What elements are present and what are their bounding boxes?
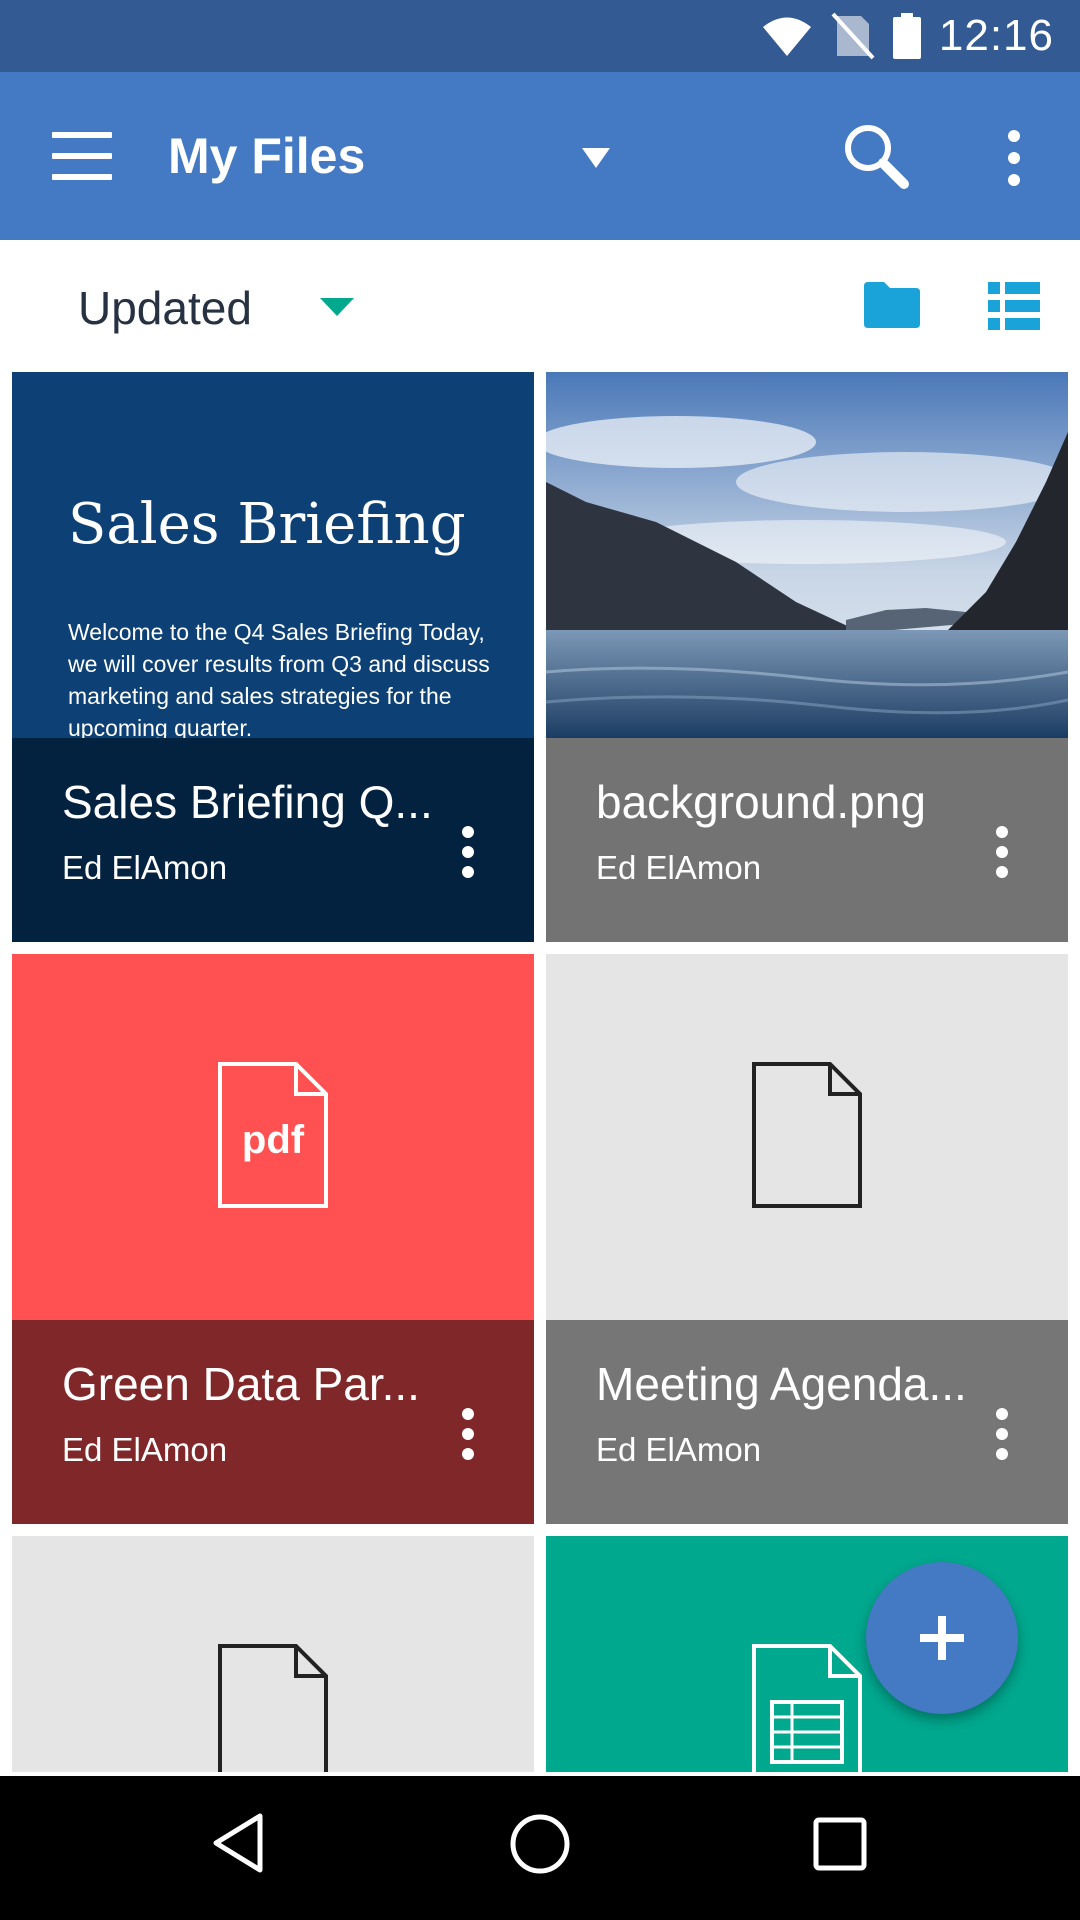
file-owner: Ed ElAmon xyxy=(62,849,228,886)
file-name: Meeting Agenda... xyxy=(596,1358,967,1410)
sort-dropdown[interactable]: Updated xyxy=(78,280,252,336)
document-icon xyxy=(218,1644,328,1772)
back-icon[interactable] xyxy=(210,1812,266,1874)
file-thumbnail xyxy=(546,954,1068,1320)
file-grid: Sales Briefing Welcome to the Q4 Sales B… xyxy=(0,372,1080,1772)
file-name: Sales Briefing Q... xyxy=(62,776,433,828)
page-title[interactable]: My Files xyxy=(168,124,365,188)
file-owner: Ed ElAmon xyxy=(596,1431,762,1468)
sort-caret-icon[interactable] xyxy=(320,298,354,318)
plus-icon xyxy=(920,1616,964,1660)
file-thumbnail xyxy=(12,1536,534,1772)
navigation-bar xyxy=(0,1776,1080,1920)
more-options-icon[interactable] xyxy=(990,1404,1014,1464)
file-owner: Ed ElAmon xyxy=(62,1431,228,1468)
dropdown-icon[interactable] xyxy=(580,144,612,172)
file-card[interactable] xyxy=(12,1536,534,1772)
app-bar: My Files xyxy=(0,72,1080,240)
thumbnail-title: Sales Briefing xyxy=(68,492,466,557)
file-name: background.png xyxy=(596,776,926,828)
recents-icon[interactable] xyxy=(812,1816,868,1872)
landscape-image xyxy=(546,372,1068,738)
file-card[interactable]: Meeting Agenda... Ed ElAmon xyxy=(546,954,1068,1524)
list-view-icon[interactable] xyxy=(988,282,1040,330)
battery-icon xyxy=(892,13,921,59)
file-card-footer: background.png Ed ElAmon xyxy=(546,738,1068,942)
file-card[interactable]: pdf Green Data Par... Ed ElAmon xyxy=(12,954,534,1524)
file-card[interactable]: Sales Briefing Welcome to the Q4 Sales B… xyxy=(12,372,534,942)
search-icon[interactable] xyxy=(840,120,912,192)
pdf-label: pdf xyxy=(241,1118,305,1162)
file-thumbnail: pdf xyxy=(12,954,534,1320)
document-icon xyxy=(752,1062,862,1208)
more-options-icon[interactable] xyxy=(456,1404,480,1464)
more-options-icon[interactable] xyxy=(456,822,480,882)
folder-icon[interactable] xyxy=(864,282,920,328)
file-owner: Ed ElAmon xyxy=(596,849,762,886)
status-time: 12:16 xyxy=(938,11,1054,60)
overflow-menu-icon[interactable] xyxy=(1000,128,1028,188)
home-icon[interactable] xyxy=(508,1812,572,1876)
file-name: Green Data Par... xyxy=(62,1358,420,1410)
thumbnail-body: Welcome to the Q4 Sales Briefing Today, … xyxy=(68,619,490,738)
no-sim-icon xyxy=(831,12,875,60)
more-options-icon[interactable] xyxy=(990,822,1014,882)
spreadsheet-icon xyxy=(752,1644,862,1772)
status-bar: 12:16 xyxy=(0,0,1080,72)
file-card-footer: Sales Briefing Q... Ed ElAmon xyxy=(12,738,534,942)
file-card-footer: Green Data Par... Ed ElAmon xyxy=(12,1320,534,1524)
menu-icon[interactable] xyxy=(52,132,112,180)
file-thumbnail: Sales Briefing Welcome to the Q4 Sales B… xyxy=(12,372,534,738)
file-card-footer: Meeting Agenda... Ed ElAmon xyxy=(546,1320,1068,1524)
wifi-icon xyxy=(762,17,811,56)
file-card[interactable]: background.png Ed ElAmon xyxy=(546,372,1068,942)
add-file-button[interactable] xyxy=(866,1562,1018,1714)
image-thumbnail xyxy=(546,372,1068,738)
